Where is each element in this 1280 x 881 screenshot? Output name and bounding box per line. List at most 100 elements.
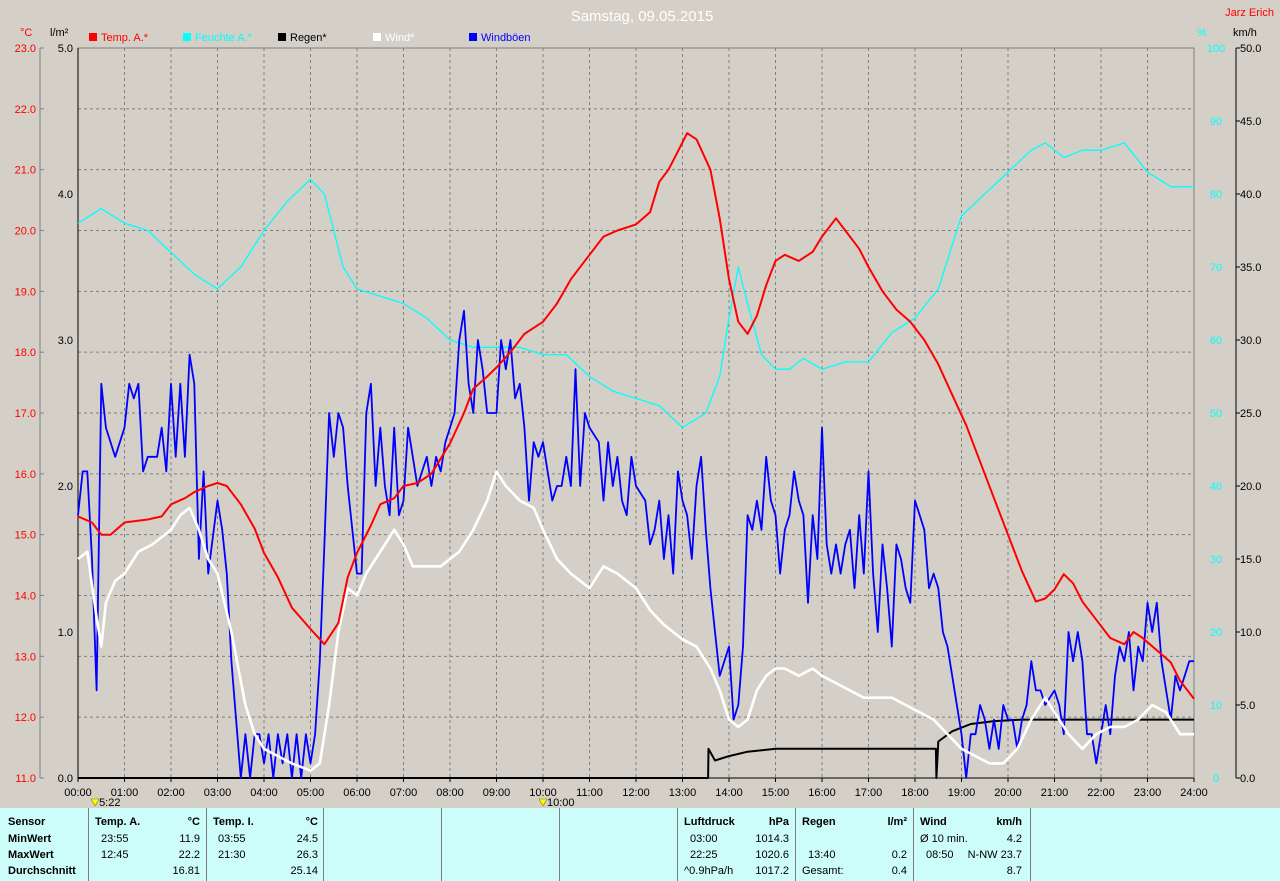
wind-tick-label: 25.0: [1240, 408, 1261, 420]
legend-wind-swatch: [373, 33, 381, 41]
rain-tick-label: 2.0: [58, 481, 73, 493]
wind-mean: 8.7: [1006, 865, 1022, 877]
wind-tick-label: 15.0: [1240, 554, 1261, 566]
wind-avg-label: Ø 10 min.: [920, 833, 968, 845]
time-tick-label: 17:00: [855, 787, 883, 799]
humidity-tick-label: 80: [1210, 189, 1222, 201]
wind-tick-label: 40.0: [1240, 189, 1261, 201]
wind-tick-label: 45.0: [1240, 116, 1261, 128]
humidity-tick-label: 70: [1210, 262, 1222, 274]
temp-i-avg: 25.14: [290, 865, 318, 877]
humidity-tick-label: 0: [1213, 773, 1219, 785]
divider: [323, 808, 324, 881]
pressure-max: 1020.6: [755, 849, 789, 861]
time-tick-label: 07:00: [390, 787, 418, 799]
humidity-tick-label: 10: [1210, 700, 1222, 712]
rain-unit: l/m²: [887, 816, 907, 828]
wind-unit: km/h: [996, 816, 1022, 828]
temp-i-min-time: 03:55: [218, 833, 246, 845]
humidity-tick-label: 90: [1210, 116, 1222, 128]
rain-unit-label: l/m²: [50, 27, 69, 39]
time-tick-label: 11:00: [576, 787, 603, 799]
rain-total-label: Gesamt:: [802, 865, 844, 877]
wind-tick-label: 10.0: [1240, 627, 1261, 639]
sun-marker-icon: [538, 798, 548, 807]
temp-i-max-time: 21:30: [218, 849, 246, 861]
temp-i-header: Temp. I.: [213, 816, 254, 828]
temp-a-max: 22.2: [178, 849, 200, 861]
time-tick-label: 24:00: [1180, 787, 1208, 799]
chart-title: Samstag, 09.05.2015: [571, 8, 714, 25]
legend-humidity-swatch: [183, 33, 191, 41]
temp-tick-label: 13.0: [15, 651, 36, 663]
time-tick-label: 16:00: [808, 787, 836, 799]
temp-unit-label: °C: [20, 27, 32, 39]
temp-tick-label: 19.0: [15, 286, 36, 298]
wind-tick-label: 30.0: [1240, 335, 1261, 347]
temp-a-unit: °C: [187, 816, 200, 828]
row-label-sensor: Sensor: [8, 816, 46, 828]
temp-a-max-time: 12:45: [101, 849, 129, 861]
rain-tick-label: 1.0: [58, 627, 73, 639]
time-tick-label: 00:00: [64, 787, 92, 799]
time-tick-label: 14:00: [715, 787, 743, 799]
time-tick-label: 21:00: [1041, 787, 1069, 799]
temp-i-unit: °C: [305, 816, 318, 828]
pressure-header: Luftdruck: [684, 816, 735, 828]
temp-tick-label: 12.0: [15, 712, 36, 724]
wind-header: Wind: [920, 816, 947, 828]
humidity-tick-label: 30: [1210, 554, 1222, 566]
temp-tick-label: 11.0: [15, 773, 36, 785]
time-tick-label: 02:00: [157, 787, 185, 799]
time-tick-label: 08:00: [436, 787, 464, 799]
row-label-avg: Durchschnitt: [8, 865, 76, 877]
pressure-unit: hPa: [768, 816, 789, 828]
divider: [1030, 808, 1031, 881]
row-label-min: MinWert: [8, 833, 52, 845]
rain-axis: 5.0 4.0 3.0 2.0 1.0 0.0: [58, 43, 73, 785]
divider: [559, 808, 560, 881]
temp-tick-label: 17.0: [15, 408, 36, 420]
pressure-trend-value: 1017.2: [755, 865, 789, 877]
time-tick-label: 05:00: [297, 787, 325, 799]
sun-marker-icon: [90, 798, 100, 807]
wind-max: N-NW 23.7: [967, 849, 1022, 861]
temp-tick-label: 20.0: [15, 226, 36, 238]
plot-grid: [78, 48, 1194, 778]
divider: [88, 808, 89, 881]
temp-a-avg: 16.81: [172, 865, 200, 877]
humidity-unit-label: %: [1197, 27, 1207, 39]
divider: [913, 808, 914, 881]
legend-temp-swatch: [89, 33, 97, 41]
time-tick-label: 03:00: [204, 787, 232, 799]
pressure-trend-label: ^0.9hPa/h: [684, 865, 734, 877]
time-tick-label: 04:00: [250, 787, 278, 799]
wind-tick-label: 35.0: [1240, 262, 1261, 274]
wind-unit-label: km/h: [1233, 27, 1257, 39]
temp-tick-label: 16.0: [15, 469, 36, 481]
stats-panel: Sensor MinWert MaxWert Durchschnitt Temp…: [0, 808, 1280, 881]
wind-axis: 50.0 45.0 40.0 35.0 30.0 25.0 20.0 15.0 10.0 5.0 0…: [1236, 43, 1261, 785]
rain-header: Regen: [802, 816, 836, 828]
time-tick-label: 09:00: [483, 787, 511, 799]
humidity-axis: 1009080706050403020100: [1207, 43, 1225, 785]
temp-tick-label: 14.0: [15, 591, 36, 603]
humidity-tick-label: 50: [1210, 408, 1222, 420]
temp-tick-label: 21.0: [15, 165, 36, 177]
author-label: Jarz Erich: [1225, 7, 1274, 19]
temp-tick-label: 15.0: [15, 530, 36, 542]
rain-total: 0.4: [891, 865, 907, 877]
temp-a-min-time: 23:55: [101, 833, 129, 845]
temp-tick-label: 23.0: [15, 43, 36, 55]
rain-tick-label: 4.0: [58, 189, 73, 201]
wind-tick-label: 0.0: [1240, 773, 1255, 785]
humidity-tick-label: 20: [1210, 627, 1222, 639]
temp-a-header: Temp. A.: [95, 816, 141, 828]
humidity-tick-label: 40: [1210, 481, 1222, 493]
temp-a-min: 11.9: [179, 833, 200, 845]
time-tick-label: 23:00: [1134, 787, 1162, 799]
divider: [795, 808, 796, 881]
pressure-min: 1014.3: [755, 833, 789, 845]
rain-max-time: 13:40: [808, 849, 836, 861]
wind-tick-label: 50.0: [1240, 43, 1261, 55]
